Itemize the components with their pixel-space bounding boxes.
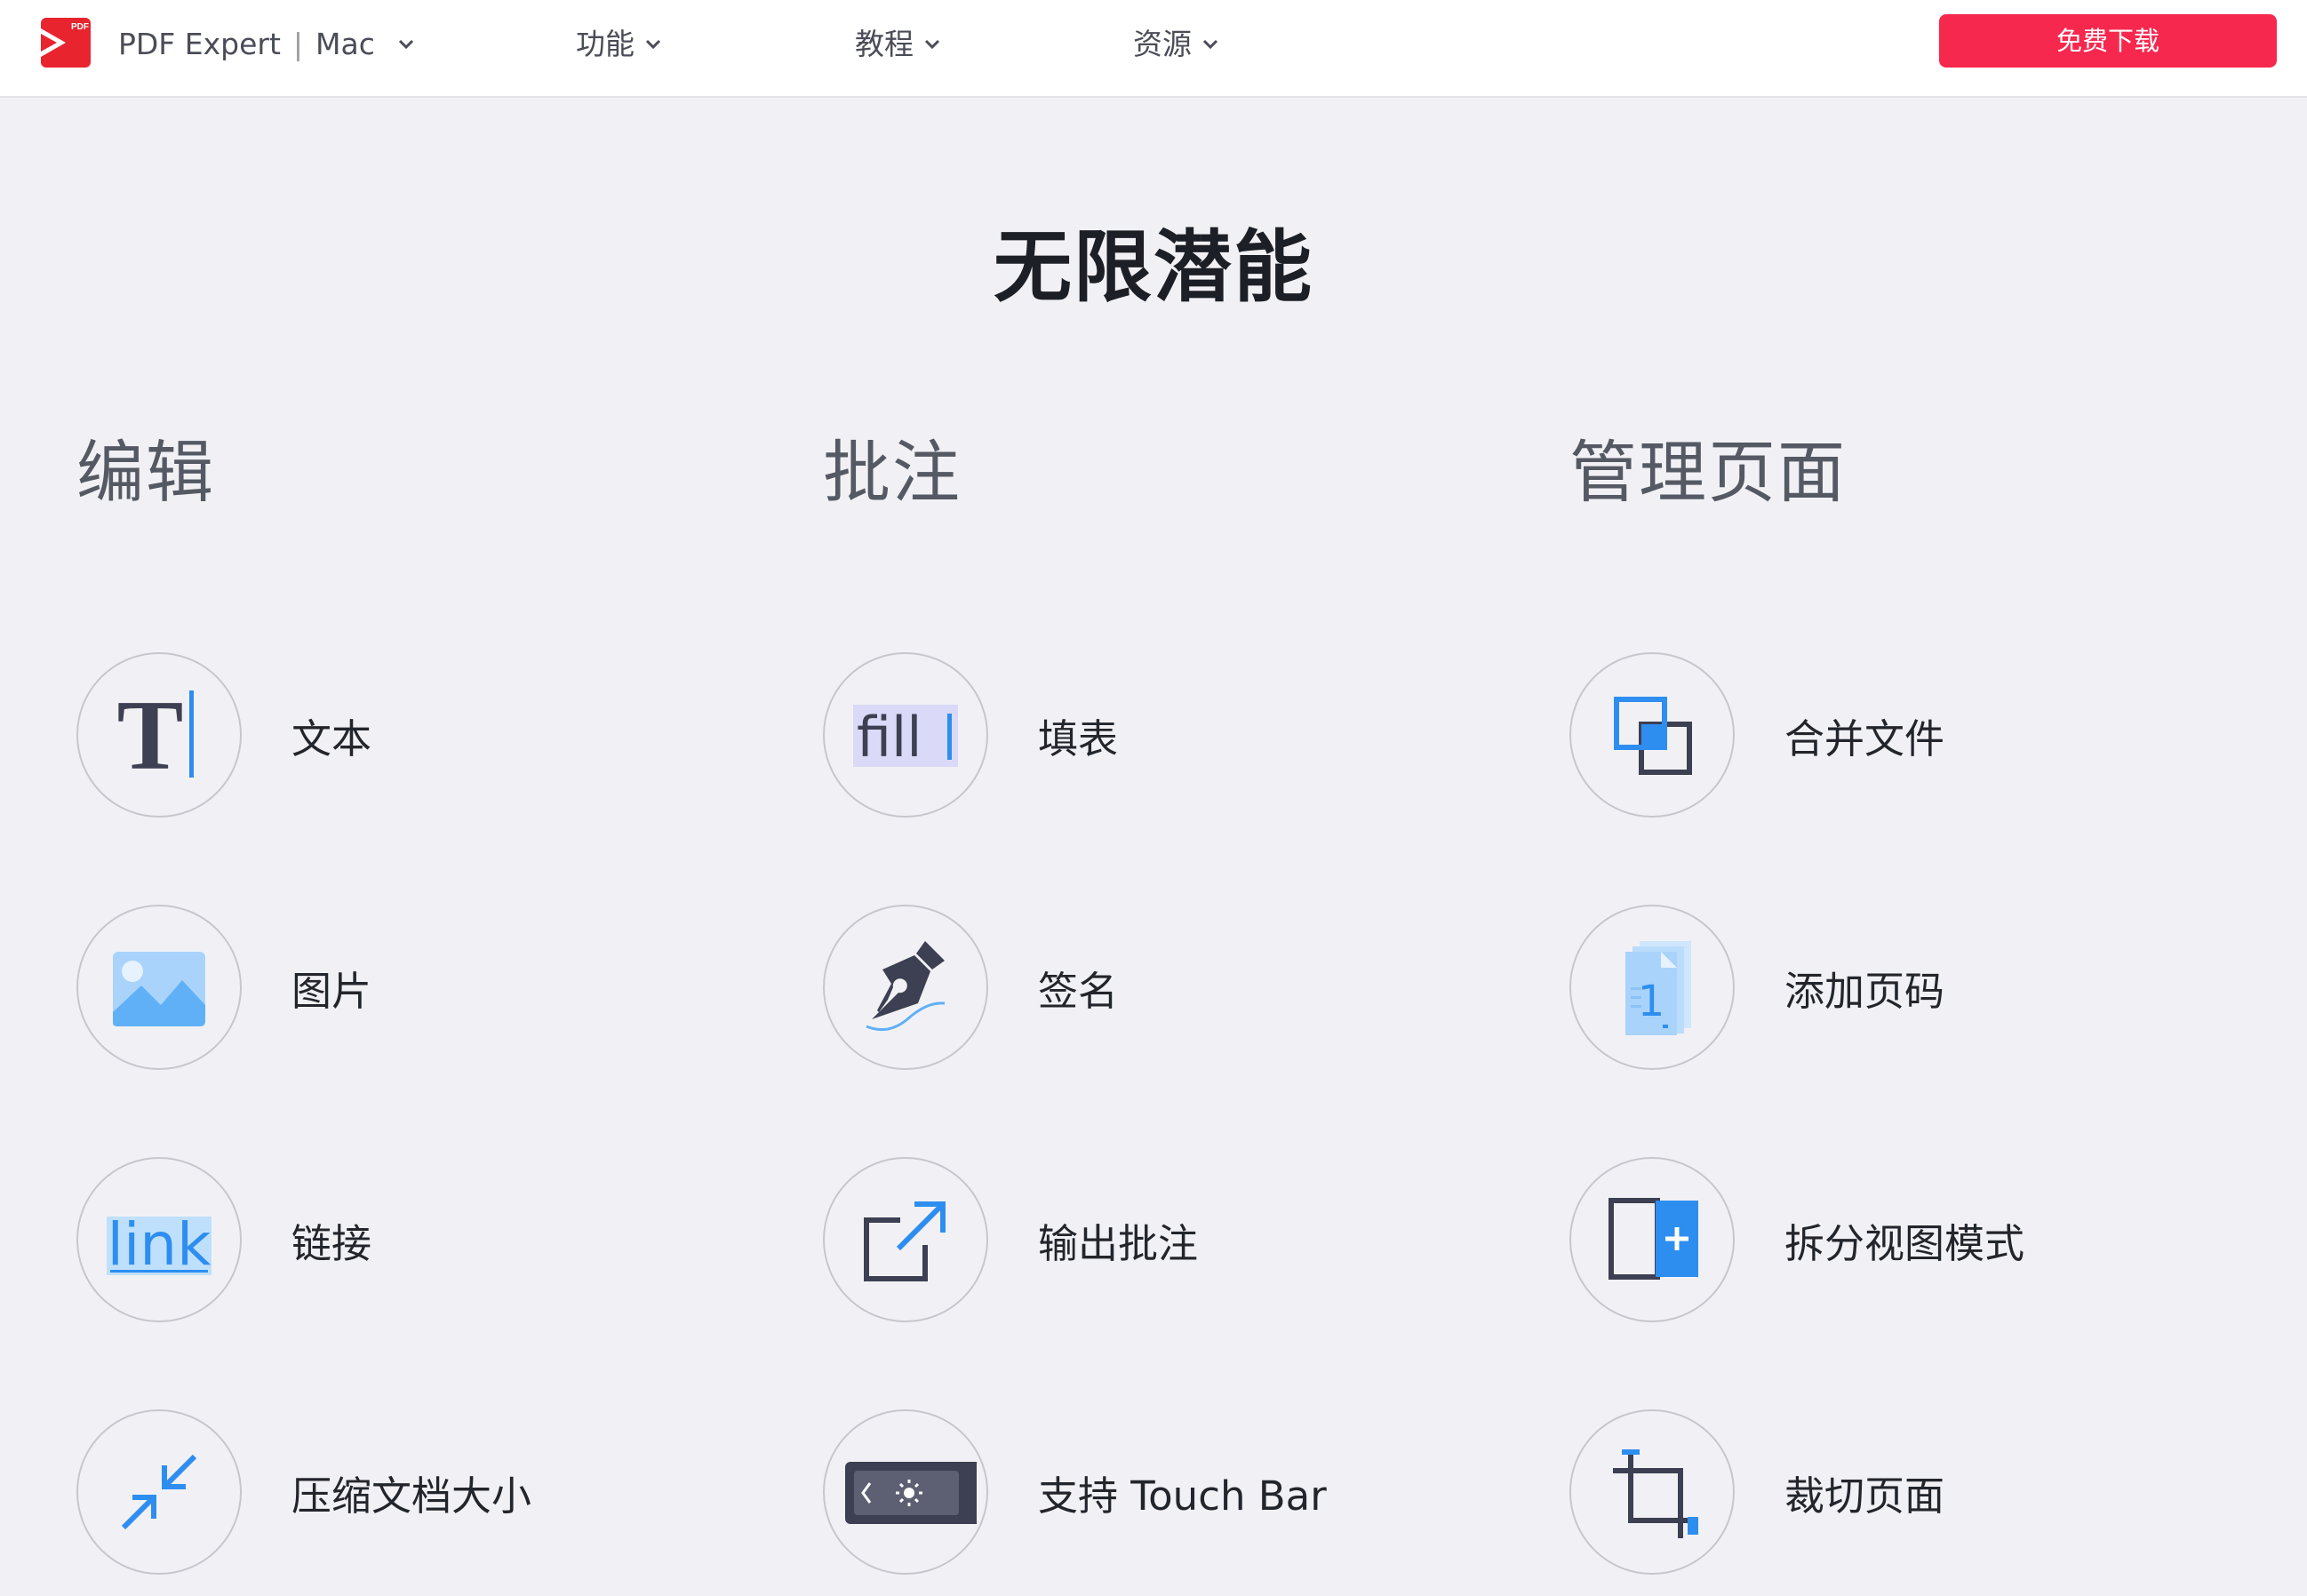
brand-name: PDF Expert bbox=[118, 27, 281, 61]
feature-icon-circle: 1 bbox=[1569, 905, 1735, 1070]
split-view-icon bbox=[1609, 1198, 1698, 1280]
touch-bar-icon bbox=[845, 1462, 977, 1524]
feature-icon-circle bbox=[823, 1409, 988, 1575]
nav-features[interactable]: 功能 bbox=[576, 23, 665, 66]
feature-icon-circle bbox=[1569, 652, 1735, 818]
feature-icon-circle bbox=[823, 905, 988, 1070]
feature-label: 合并文件 bbox=[1784, 714, 1945, 762]
feature-link[interactable]: link 链接 bbox=[76, 1157, 371, 1322]
text-cursor-icon: T bbox=[117, 682, 194, 788]
export-icon bbox=[864, 1201, 946, 1281]
column-heading-manage-pages: 管理页面 bbox=[1569, 433, 1847, 512]
svg-text:link: link bbox=[108, 1210, 212, 1279]
chevron-down-icon bbox=[924, 39, 940, 50]
svg-text:T: T bbox=[117, 682, 184, 788]
feature-label: 签名 bbox=[1038, 967, 1119, 1015]
feature-label: 链接 bbox=[291, 1219, 372, 1267]
feature-icon-circle bbox=[76, 905, 242, 1070]
feature-merge-files[interactable]: 合并文件 bbox=[1569, 652, 1944, 818]
free-download-button[interactable]: 免费下载 bbox=[1939, 14, 2277, 68]
feature-label: 图片 bbox=[291, 967, 372, 1015]
page-number-icon: 1 bbox=[1625, 941, 1691, 1035]
brand-separator: | bbox=[292, 27, 304, 61]
feature-icon-circle bbox=[1569, 1157, 1735, 1322]
nav-tutorials-label: 教程 bbox=[855, 27, 914, 61]
svg-text:fill: fill bbox=[857, 705, 922, 770]
feature-crop-pages[interactable]: 裁切页面 bbox=[1569, 1409, 1944, 1575]
nav-resources-label: 资源 bbox=[1133, 27, 1192, 61]
feature-label: 裁切页面 bbox=[1784, 1472, 1945, 1520]
feature-fill-form[interactable]: fill 填表 bbox=[823, 652, 1118, 818]
nav-resources[interactable]: 资源 bbox=[1133, 23, 1222, 66]
feature-export-annotations[interactable]: 输出批注 bbox=[823, 1157, 1198, 1322]
compress-icon bbox=[121, 1454, 197, 1530]
feature-icon-circle bbox=[76, 1409, 242, 1575]
feature-icon-circle bbox=[1569, 1409, 1735, 1575]
link-icon: link bbox=[107, 1210, 212, 1279]
feature-icon-circle: T bbox=[76, 652, 242, 818]
column-heading-edit: 编辑 bbox=[76, 433, 215, 512]
feature-label: 拆分视图模式 bbox=[1784, 1219, 2025, 1267]
chevron-down-icon bbox=[645, 39, 661, 50]
feature-add-page-numbers[interactable]: 1 添加页码 bbox=[1569, 905, 1944, 1070]
feature-icon-circle: link bbox=[76, 1157, 242, 1322]
feature-icon-circle: fill bbox=[823, 652, 988, 818]
pdf-expert-logo-icon[interactable]: PDF bbox=[39, 16, 92, 69]
feature-text[interactable]: T 文本 bbox=[76, 652, 371, 818]
feature-label: 输出批注 bbox=[1038, 1219, 1199, 1267]
nav-tutorials[interactable]: 教程 bbox=[855, 23, 944, 66]
feature-label: 压缩文档大小 bbox=[291, 1472, 532, 1520]
feature-signature[interactable]: 签名 bbox=[823, 905, 1118, 1070]
feature-image[interactable]: 图片 bbox=[76, 905, 371, 1070]
nav-features-label: 功能 bbox=[576, 27, 635, 61]
image-icon bbox=[113, 952, 205, 1026]
pen-nib-icon bbox=[866, 941, 946, 1032]
feature-label: 添加页码 bbox=[1784, 967, 1945, 1015]
feature-icon-circle bbox=[823, 1157, 988, 1322]
column-heading-annotate: 批注 bbox=[823, 433, 962, 512]
svg-text:1: 1 bbox=[1638, 977, 1665, 1026]
feature-label: 填表 bbox=[1038, 714, 1119, 762]
chevron-down-icon bbox=[1202, 39, 1218, 50]
feature-compress[interactable]: 压缩文档大小 bbox=[76, 1409, 531, 1575]
product-switcher[interactable]: PDF Expert | Mac bbox=[118, 23, 418, 66]
crop-icon bbox=[1613, 1449, 1698, 1538]
logo-label: PDF bbox=[71, 22, 89, 32]
feature-split-view[interactable]: 拆分视图模式 bbox=[1569, 1157, 2024, 1322]
platform-name: Mac bbox=[315, 27, 375, 61]
top-navigation-bar: PDF PDF Expert | Mac 功能 教程 资源 免费下载 bbox=[0, 0, 2307, 98]
merge-icon bbox=[1614, 697, 1692, 775]
fill-form-icon: fill bbox=[853, 705, 958, 770]
feature-label: 支持 Touch Bar bbox=[1038, 1472, 1327, 1520]
page-title: 无限潜能 bbox=[993, 221, 1313, 313]
feature-touch-bar[interactable]: 支持 Touch Bar bbox=[823, 1409, 1327, 1575]
chevron-down-icon bbox=[398, 39, 413, 50]
feature-label: 文本 bbox=[291, 714, 372, 762]
